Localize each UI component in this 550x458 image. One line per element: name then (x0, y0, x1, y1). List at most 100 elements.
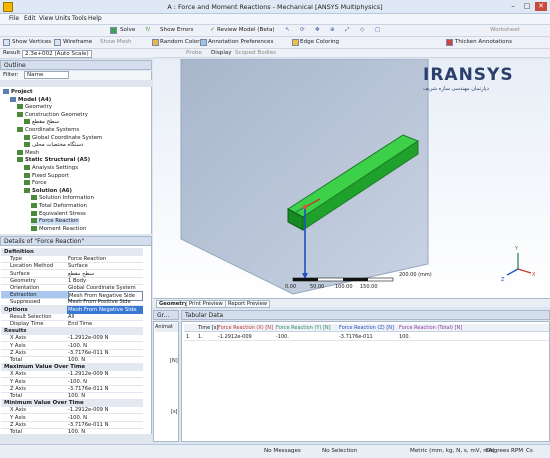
menu-tools[interactable]: Tools (72, 15, 87, 22)
fit-icon[interactable]: ⤢ (345, 27, 349, 34)
rotate-icon[interactable]: ⟳ (300, 27, 305, 33)
display-button[interactable]: Display (211, 50, 232, 56)
close-button[interactable]: ✕ (535, 2, 547, 11)
tree-node[interactable]: Geometry (17, 104, 52, 111)
table-header-cell[interactable]: Force Reaction (Z) [N] (339, 325, 394, 331)
tree-node[interactable]: دستگاه مختصات محلی (24, 142, 83, 149)
details-row[interactable]: Total 100. N (1, 428, 143, 436)
filter-select[interactable]: Name (24, 71, 69, 79)
status-bar: No Messages No Selection Metric (mm, kg,… (0, 444, 550, 458)
tree-node[interactable]: Construction Geometry (17, 111, 88, 119)
tree-node[interactable]: Static Structural (A5) (17, 157, 90, 164)
tree-node[interactable]: Fixed Support (24, 172, 69, 180)
tab-print-preview[interactable]: Print Preview (186, 300, 226, 308)
menu-edit[interactable]: Edit (24, 15, 36, 22)
tree-node[interactable]: Model (A4) (10, 96, 52, 104)
selection-status: No Selection (322, 448, 358, 454)
tree-node[interactable]: Moment Reaction (31, 225, 87, 233)
tree-node[interactable]: Coordinate Systems (17, 127, 79, 134)
menu-help[interactable]: Help (88, 15, 102, 22)
graph-header: Gr... (153, 310, 179, 320)
degrees-status[interactable]: Degrees (486, 448, 509, 454)
details-key: Total (10, 429, 23, 435)
units-status[interactable]: Metric (mm, kg, N, s, mV, mA) (410, 448, 495, 454)
graphics-viewport[interactable]: Y X Z IRANSYS دپارتمان مهندسی سازه شریف … (153, 59, 550, 298)
tree-node-label: Moment Reaction (39, 225, 87, 232)
zoom-icon[interactable]: ⊕ (330, 27, 335, 33)
edge-coloring-icon (292, 39, 299, 46)
random-colors-button[interactable]: Random Colors (160, 39, 202, 45)
tree-node[interactable]: Total Deformation (31, 203, 87, 210)
tree-node[interactable]: Solution (A6) (24, 187, 72, 195)
tree-node[interactable]: Analysis Settings (24, 165, 78, 172)
table-cell: 1. (198, 334, 203, 340)
outline-filter: Filter: Name (0, 71, 152, 80)
tree-node-label: Analysis Settings (32, 165, 79, 171)
table-row[interactable]: 1 1. -1.2912e-009 -100. -3.7176e-011 100. (184, 333, 549, 341)
menu-view[interactable]: View (39, 15, 53, 22)
table-header-cell[interactable]: Force Reaction (X) [N] (218, 325, 273, 331)
worksheet-button[interactable]: Worksheet (490, 27, 520, 33)
outline-header: Outline (0, 60, 152, 70)
tree-node[interactable]: Solution Information (31, 195, 94, 202)
tree-node[interactable]: Global Coordinate System (24, 134, 102, 142)
tree-node[interactable]: Equivalent Stress (31, 210, 86, 218)
graph-title: Gr... (157, 312, 170, 319)
rpm-status[interactable]: RPM (511, 448, 523, 454)
box-select-icon[interactable]: ▢ (375, 27, 380, 33)
scale-label-100: 100.00 (335, 284, 353, 290)
details-group-label: Definition (4, 249, 34, 255)
random-colors-icon (152, 39, 159, 46)
tab-report-preview[interactable]: Report Preview (225, 300, 271, 308)
thicken-annotations-button[interactable]: Thicken Annotations (455, 39, 512, 45)
pan-icon[interactable]: ✥ (315, 27, 320, 33)
scale-select[interactable]: 2.3e+002 (Auto Scale) (22, 50, 92, 58)
tree-node-icon (24, 134, 30, 140)
edge-coloring-button[interactable]: Edge Coloring (300, 39, 339, 45)
scoped-bodies-button[interactable]: Scoped Bodies (235, 50, 276, 56)
messages-status[interactable]: No Messages (264, 448, 301, 454)
show-vertices-button[interactable]: Show Vertices (12, 39, 51, 45)
graph-y-unit: [N] (170, 358, 178, 364)
scale-bar (292, 277, 394, 282)
annotation-preferences-button[interactable]: Annotation Preferences (208, 39, 273, 45)
table-cell: -1.2912e-009 (218, 334, 252, 340)
tree-node[interactable]: Project (3, 89, 33, 96)
show-errors-button[interactable]: Show Errors (160, 27, 193, 33)
celsius-status[interactable]: Cs (526, 448, 533, 454)
tree-node[interactable]: Mesh (17, 149, 39, 157)
tree-node[interactable]: Force Reaction (31, 218, 79, 226)
tree-node[interactable]: Force (24, 180, 47, 187)
animation-button[interactable]: Animat (155, 323, 178, 332)
details-group-label: Options (4, 306, 28, 313)
details-group-label: Minimum Value Over Time (4, 400, 84, 407)
menu-file[interactable]: File (9, 15, 19, 22)
menu-units[interactable]: Units (55, 15, 70, 22)
tree-node-icon (31, 218, 37, 224)
logo-subtitle: دپارتمان مهندسی سازه شریف (423, 86, 489, 92)
iso-view-icon[interactable]: ◇ (360, 27, 364, 33)
probe-button[interactable]: Probe (186, 50, 202, 56)
tree-node-label: Model (A4) (18, 96, 52, 103)
details-title: Details of "Force Reaction" (4, 238, 85, 245)
tree-node-icon (3, 89, 9, 94)
annotation-icon (200, 39, 207, 46)
show-mesh-button[interactable]: Show Mesh (100, 39, 132, 45)
table-header-cell[interactable]: Time [s] (198, 325, 218, 331)
viewport-toolbar: Probe Display Scoped Bodies (153, 49, 550, 58)
minimize-button[interactable]: – (507, 2, 519, 11)
tree-node-label: سطح مقطع (32, 119, 60, 126)
table-header-cell[interactable]: Force Reaction (Y) [N] (276, 325, 331, 331)
tree-node[interactable]: سطح مقطع (24, 119, 59, 126)
menu-bar: File Edit View Units Tools Help (0, 14, 550, 25)
review-model-button[interactable]: Review Model (Beta) (217, 27, 275, 33)
maximize-button[interactable]: □ (521, 2, 533, 11)
tree-node-icon (24, 187, 30, 193)
solve-button[interactable]: Solve (120, 27, 135, 33)
toolbar-result: Result 2.3e+002 (Auto Scale) (0, 49, 153, 59)
table-header-cell[interactable]: Force Reaction (Total) [N] (399, 325, 462, 331)
cursor-icon[interactable]: ↖ (285, 27, 290, 33)
wireframe-button[interactable]: Wireframe (63, 39, 92, 45)
tree-node-label: Coordinate Systems (25, 127, 80, 133)
solve-icon (110, 27, 117, 34)
